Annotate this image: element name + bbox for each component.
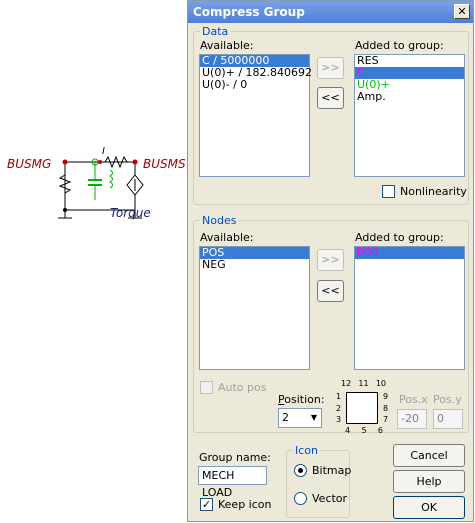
data-add-button[interactable]: >> xyxy=(317,57,344,79)
pin-number: 12 xyxy=(341,379,352,388)
data-added-label: Added to group: xyxy=(355,39,444,52)
dialog-title: Compress Group xyxy=(193,5,305,19)
pin-number: 8 xyxy=(383,403,389,413)
group-name-label: Group name: xyxy=(199,451,271,464)
data-added-list[interactable]: RES C U(0)+ Amp. xyxy=(354,54,465,177)
pin-number: 5 xyxy=(361,426,367,435)
list-item[interactable]: NEG xyxy=(200,259,309,271)
list-item[interactable]: POS xyxy=(355,247,464,259)
pin-number: 4 xyxy=(345,426,351,435)
nodes-remove-button[interactable]: << xyxy=(317,280,344,302)
nonlinearity-checkbox[interactable] xyxy=(382,185,395,198)
pin-number: 3 xyxy=(336,415,342,424)
nodes-add-button[interactable]: >> xyxy=(317,249,344,271)
data-legend: Data xyxy=(202,25,229,38)
pos-x-input[interactable]: -20 xyxy=(397,409,427,429)
keep-icon-label: Keep icon xyxy=(218,498,272,511)
position-label-rest: osition: xyxy=(284,393,325,406)
icon-group: Icon xyxy=(286,444,350,518)
list-item[interactable]: Amp. xyxy=(355,91,464,103)
pin-number: 9 xyxy=(383,392,389,401)
pin-number: 10 xyxy=(375,379,386,388)
auto-pos-checkbox[interactable] xyxy=(200,381,213,394)
dialog-titlebar[interactable]: Compress Group xyxy=(188,1,473,23)
pin-box xyxy=(346,392,378,424)
nonlinearity-label: Nonlinearity xyxy=(400,185,467,198)
nodes-legend: Nodes xyxy=(202,214,237,227)
pos-y-label: Pos.y xyxy=(433,393,462,406)
pin-number: 2 xyxy=(336,403,342,413)
auto-pos-label: Auto pos xyxy=(218,381,267,394)
ok-button[interactable]: OK xyxy=(393,496,465,519)
help-label: Help xyxy=(416,475,442,488)
vector-radio[interactable] xyxy=(294,492,307,505)
close-icon: ✕ xyxy=(457,5,467,18)
nodes-added-list[interactable]: POS xyxy=(354,246,465,370)
cancel-label: Cancel xyxy=(410,449,448,462)
keep-icon-checkbox[interactable]: ✓ xyxy=(200,498,213,511)
bitmap-radio[interactable] xyxy=(294,464,307,477)
chevron-down-icon: ▼ xyxy=(310,413,317,422)
close-button[interactable]: ✕ xyxy=(454,4,470,19)
data-remove-button[interactable]: << xyxy=(317,87,344,109)
ok-label: OK xyxy=(421,501,437,514)
pin-number: 7 xyxy=(383,415,389,424)
pin-number: 6 xyxy=(377,426,383,435)
data-available-list[interactable]: C / 5000000 U(0)+ / 182.840692 U(0)- / 0 xyxy=(199,54,312,177)
pos-x-label: Pos.x xyxy=(399,393,428,406)
busmg-label: BUSMG xyxy=(7,157,52,171)
data-add-label: >> xyxy=(321,61,340,74)
pin-number: 1 xyxy=(336,392,342,401)
nodes-available-label: Available: xyxy=(200,231,254,244)
list-item[interactable]: RES xyxy=(355,55,464,67)
nodes-available-list[interactable]: POS NEG xyxy=(199,246,310,370)
pos-y-input[interactable]: 0 xyxy=(433,409,463,429)
data-remove-label: << xyxy=(321,91,340,104)
group-name-input[interactable]: MECH LOAD xyxy=(198,466,267,499)
position-value: 2 xyxy=(282,411,289,424)
circuit-schematic: BUSMG BUSMS Torque I xyxy=(0,130,190,230)
nodes-added-label: Added to group: xyxy=(355,231,444,244)
position-select[interactable]: 2 ▼ xyxy=(278,408,322,428)
current-marker: I xyxy=(102,146,105,157)
nodes-add-label: >> xyxy=(321,253,340,266)
circuit-drawing xyxy=(58,155,144,219)
pin-diagram: 12 11 10 456 123 987 xyxy=(333,379,393,439)
bitmap-label: Bitmap xyxy=(312,464,352,477)
data-available-label: Available: xyxy=(200,39,254,52)
nodes-remove-label: << xyxy=(321,284,340,297)
torque-label: Torque xyxy=(110,206,151,220)
position-label: Position: xyxy=(278,393,325,406)
vector-label: Vector xyxy=(312,492,348,505)
busms-label: BUSMS xyxy=(143,157,186,171)
compress-group-dialog: Compress Group ✕ Data Available: Added t… xyxy=(187,0,474,522)
icon-legend: Icon xyxy=(295,444,318,457)
pin-number: 11 xyxy=(358,379,369,388)
help-button[interactable]: Help xyxy=(393,470,465,493)
list-item[interactable]: U(0)- / 0 xyxy=(200,79,309,91)
cancel-button[interactable]: Cancel xyxy=(393,444,465,467)
